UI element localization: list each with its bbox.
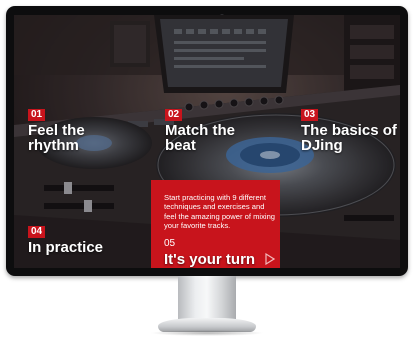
lesson-title: Feel the rhythm xyxy=(28,122,85,154)
featured-lesson-card[interactable]: Start practicing with 9 different techni… xyxy=(151,180,280,268)
lesson-number: 01 xyxy=(28,109,46,121)
stand-shadow xyxy=(150,330,264,336)
monitor-stand-neck xyxy=(178,276,236,322)
play-arrow-icon[interactable] xyxy=(265,253,275,265)
lesson-number: 03 xyxy=(301,109,319,121)
featured-number: 05 xyxy=(164,238,176,249)
featured-title: It's your turn xyxy=(164,251,256,268)
lesson-tile-02[interactable]: 02 Match the beat xyxy=(165,104,265,153)
lesson-number: 02 xyxy=(165,109,183,121)
lesson-number: 04 xyxy=(28,226,46,238)
lesson-title: The basics of DJing xyxy=(301,122,397,154)
monitor-screen: 01 Feel the rhythm 02 Match the beat 03 … xyxy=(14,15,400,268)
lesson-tile-04[interactable]: 04 In practice xyxy=(28,221,138,255)
lesson-title: In practice xyxy=(28,239,104,256)
lesson-tile-01[interactable]: 01 Feel the rhythm xyxy=(28,104,118,153)
monitor-mockup: 01 Feel the rhythm 02 Match the beat 03 … xyxy=(0,0,413,340)
lesson-title: Match the beat xyxy=(165,122,236,154)
featured-description: Start practicing with 9 different techni… xyxy=(164,193,276,230)
lesson-tile-03[interactable]: 03 The basics of DJing xyxy=(301,104,400,153)
